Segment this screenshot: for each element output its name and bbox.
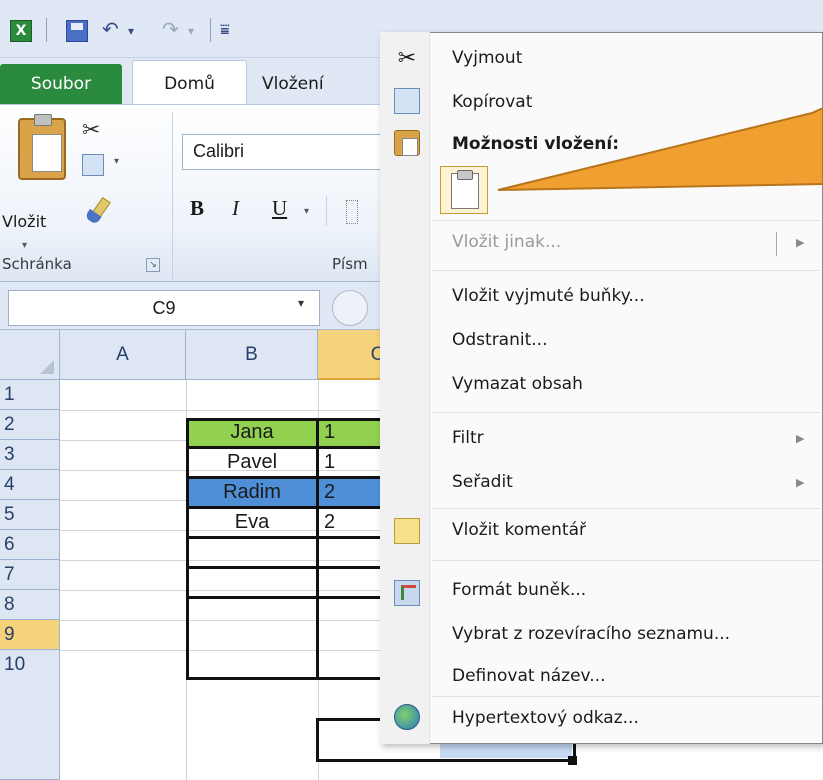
- menu-separator: [432, 270, 820, 271]
- table-rule: [186, 596, 386, 599]
- copy-icon: [394, 88, 420, 114]
- menu-separator: [432, 412, 820, 413]
- font-group-separator: [326, 196, 327, 226]
- font-name-box[interactable]: Calibri: [182, 134, 392, 170]
- row-header-5[interactable]: 5: [0, 500, 60, 530]
- table-rule: [186, 446, 386, 449]
- undo-icon[interactable]: ↶: [102, 17, 119, 41]
- menu-item-insert-cut-cells[interactable]: Vložit vyjmuté buňky...: [452, 286, 645, 306]
- menu-item-format-cells[interactable]: Formát buněk...: [452, 580, 586, 600]
- paste-option-button[interactable]: [440, 166, 488, 214]
- clipboard-group-label: Schránka: [2, 255, 72, 273]
- menu-item-hyperlink[interactable]: Hypertextový odkaz...: [452, 708, 639, 728]
- submenu-arrow-icon: ▶: [796, 236, 805, 249]
- copy-icon[interactable]: [82, 154, 104, 176]
- tab-insert[interactable]: Vložení: [262, 64, 324, 104]
- italic-button[interactable]: I: [232, 196, 239, 221]
- table-rule: [186, 476, 386, 479]
- row-header-7[interactable]: 7: [0, 560, 60, 590]
- menu-item-cut[interactable]: Vyjmout: [452, 48, 522, 68]
- comment-icon: [394, 518, 420, 544]
- row-header-10[interactable]: 10: [0, 650, 60, 780]
- scissors-icon: ✂: [397, 46, 417, 71]
- row-header-3[interactable]: 3: [0, 440, 60, 470]
- paste-button-label[interactable]: Vložit: [2, 212, 46, 231]
- fill-handle[interactable]: [568, 756, 577, 765]
- table-outline: [186, 418, 386, 680]
- qat-separator: [210, 18, 211, 42]
- menu-separator: [432, 696, 820, 697]
- table-rule: [186, 566, 386, 569]
- underline-button[interactable]: U: [272, 196, 287, 221]
- qat-separator: [46, 18, 47, 42]
- table-rule: [186, 506, 386, 509]
- menu-item-pick-from-list[interactable]: Vybrat z rozevíracího seznamu...: [452, 624, 730, 644]
- name-box-dropdown-icon[interactable]: ▾: [298, 296, 304, 310]
- row-header-4[interactable]: 4: [0, 470, 60, 500]
- menu-item-sort[interactable]: Seřadit: [452, 472, 513, 492]
- table-rule: [186, 536, 386, 539]
- customize-qat-icon[interactable]: ⩸: [220, 20, 230, 40]
- column-header-a[interactable]: A: [60, 330, 186, 380]
- copy-dropdown-icon[interactable]: ▾: [114, 156, 119, 167]
- paste-icon[interactable]: [18, 114, 66, 180]
- split-separator: [776, 232, 777, 256]
- save-icon[interactable]: [66, 20, 88, 42]
- underline-dropdown-icon[interactable]: ▾: [304, 206, 309, 217]
- row-header-8[interactable]: 8: [0, 590, 60, 620]
- redo-dropdown-icon[interactable]: ▾: [188, 24, 194, 38]
- paste-dropdown-icon[interactable]: ▾: [22, 240, 27, 251]
- menu-item-insert-comment[interactable]: Vložit komentář: [452, 520, 586, 540]
- column-header-b[interactable]: B: [186, 330, 318, 380]
- formula-bar-circle-button[interactable]: [332, 290, 368, 326]
- menu-separator: [432, 508, 820, 509]
- menu-separator: [432, 220, 820, 221]
- excel-app-icon[interactable]: X: [10, 20, 32, 42]
- paste-icon: [394, 130, 420, 156]
- menu-item-define-name[interactable]: Definovat název...: [452, 666, 606, 686]
- submenu-arrow-icon: ▶: [796, 476, 805, 489]
- callout-arrow: [497, 108, 823, 191]
- menu-item-paste-special[interactable]: Vložit jinak...: [452, 232, 561, 252]
- row-header-6[interactable]: 6: [0, 530, 60, 560]
- row-header-1[interactable]: 1: [0, 380, 60, 410]
- hyperlink-icon: [394, 704, 420, 730]
- select-all-corner[interactable]: [0, 330, 60, 380]
- table-rule: [316, 418, 319, 680]
- menu-item-delete[interactable]: Odstranit...: [452, 330, 547, 350]
- callout-shape: [497, 108, 823, 191]
- menu-separator: [432, 560, 820, 561]
- row-header-2[interactable]: 2: [0, 410, 60, 440]
- bold-button[interactable]: B: [190, 196, 204, 221]
- menu-item-filter[interactable]: Filtr: [452, 428, 484, 448]
- tab-file[interactable]: Soubor: [0, 64, 122, 104]
- format-cells-icon: [394, 580, 420, 606]
- clipboard-launcher-icon[interactable]: ↘: [146, 258, 160, 272]
- menu-item-clear-contents[interactable]: Vymazat obsah: [452, 374, 583, 394]
- font-group-label: Písm: [332, 255, 368, 273]
- submenu-arrow-icon: ▶: [796, 432, 805, 445]
- undo-dropdown-icon[interactable]: ▾: [128, 24, 134, 38]
- tab-home[interactable]: Domů: [132, 60, 247, 106]
- name-box[interactable]: C9: [8, 290, 320, 326]
- redo-icon[interactable]: ↷: [162, 17, 179, 41]
- format-painter-icon[interactable]: [84, 198, 112, 226]
- ribbon-group-divider: [172, 112, 173, 280]
- borders-icon[interactable]: [346, 200, 358, 224]
- cut-icon[interactable]: ✂: [82, 118, 100, 143]
- row-header-9[interactable]: 9: [0, 620, 60, 650]
